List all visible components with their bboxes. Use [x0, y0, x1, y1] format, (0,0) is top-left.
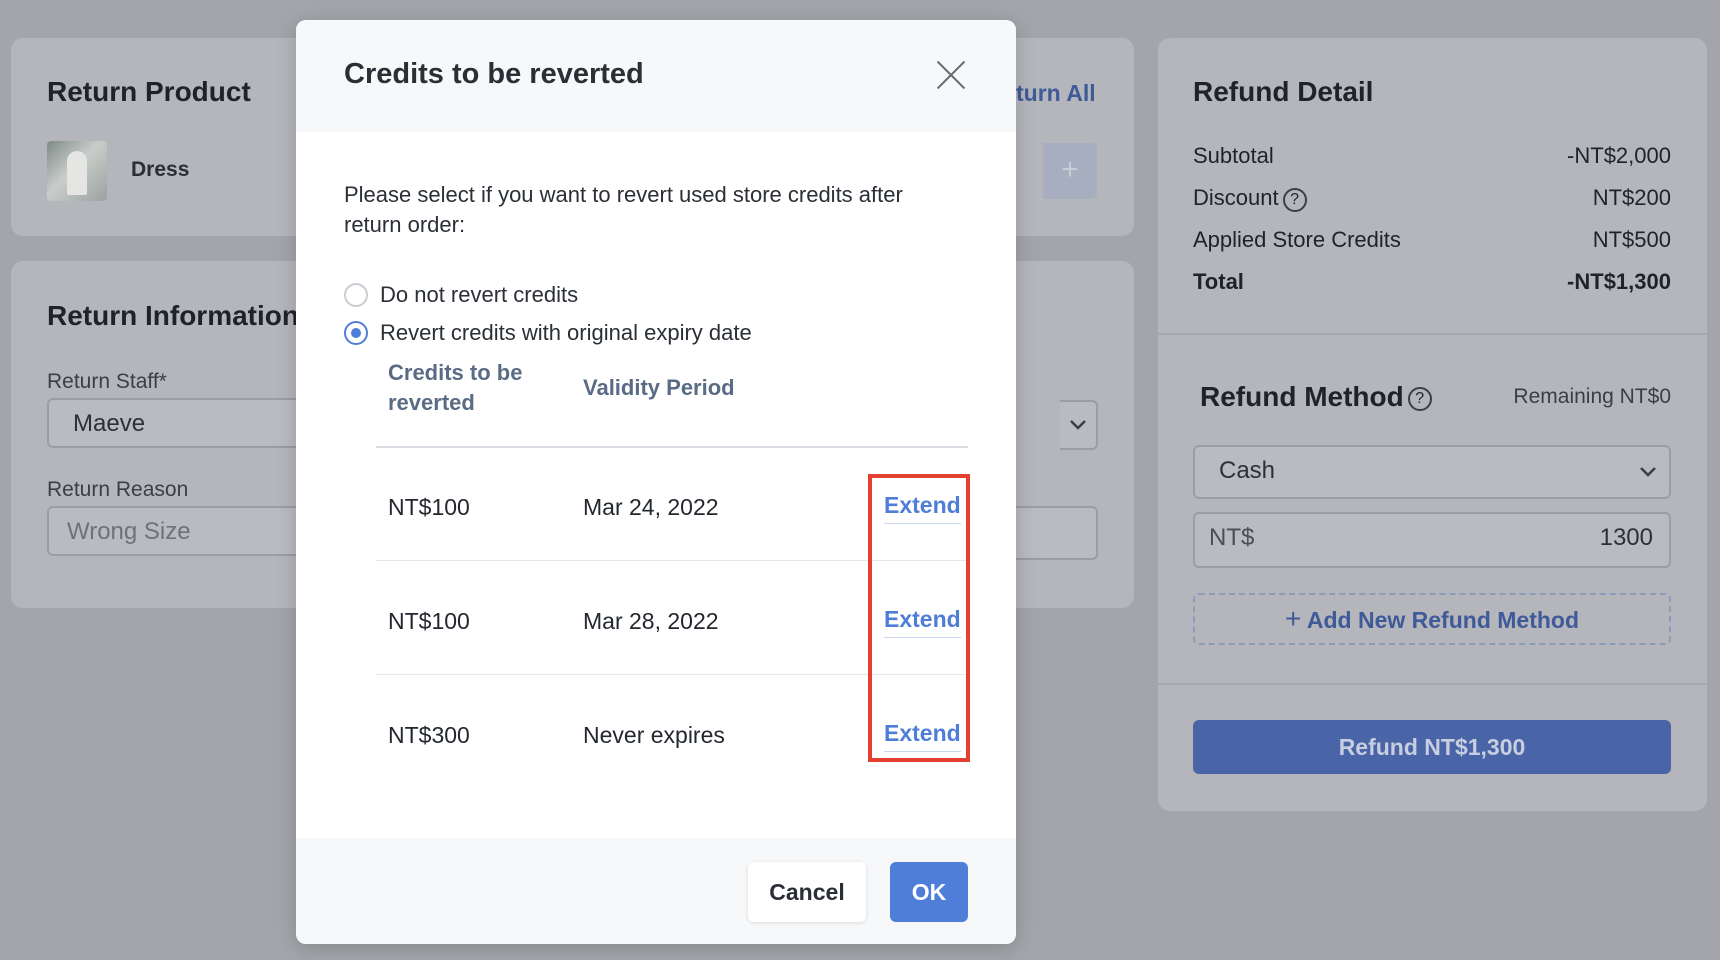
modal-description: Please select if you want to revert used…: [344, 182, 903, 237]
radio-do-not-revert[interactable]: [344, 283, 368, 307]
add-refund-method-button[interactable]: + Add New Refund Method: [1193, 593, 1671, 645]
radio-revert-original[interactable]: [344, 321, 368, 345]
subtotal-row: Subtotal -NT$2,000: [1193, 143, 1671, 168]
total-row: Total -NT$1,300: [1193, 269, 1671, 294]
extend-highlight-box: [868, 474, 970, 762]
remaining-amount: Remaining NT$0: [1513, 385, 1671, 408]
option-revert-original[interactable]: Revert credits with original expiry date: [344, 320, 752, 346]
cancel-button[interactable]: Cancel: [748, 862, 866, 922]
quantity-plus-button[interactable]: +: [1043, 143, 1097, 199]
credits-revert-modal: Credits to be reverted Please select if …: [296, 20, 1016, 944]
refund-submit-button[interactable]: Refund NT$1,300: [1193, 720, 1671, 774]
credit-validity-2: Mar 28, 2022: [583, 608, 719, 634]
method-chevron-down-icon[interactable]: [1638, 465, 1658, 479]
product-name: Dress: [131, 158, 190, 181]
return-reason-label: Return Reason: [47, 478, 189, 501]
header-credits: Credits to be reverted: [388, 360, 523, 415]
refund-amount-input[interactable]: NT$ 1300: [1193, 512, 1671, 568]
credit-validity-3: Never expires: [583, 722, 725, 748]
refund-amount-value: 1300: [1599, 524, 1653, 551]
return-reason-input-end[interactable]: [1016, 506, 1098, 560]
close-icon[interactable]: [936, 60, 966, 90]
header-validity: Validity Period: [583, 375, 735, 400]
return-reason-input[interactable]: Wrong Size: [47, 506, 307, 556]
credit-amount-1: NT$100: [388, 494, 470, 520]
refund-detail-title: Refund Detail: [1193, 76, 1374, 107]
return-all-link[interactable]: turn All: [1016, 80, 1096, 107]
refund-method-select[interactable]: Cash: [1193, 445, 1671, 499]
credit-amount-2: NT$100: [388, 608, 470, 634]
discount-row: Discount? NT$200: [1193, 185, 1671, 212]
refund-method-title: Refund Method?: [1200, 381, 1432, 413]
return-staff-label: Return Staff*: [47, 370, 167, 393]
applied-credits-row: Applied Store Credits NT$500: [1193, 227, 1671, 252]
return-information-title: Return Information: [47, 300, 299, 331]
option-do-not-revert[interactable]: Do not revert credits: [344, 282, 578, 308]
credit-amount-3: NT$300: [388, 722, 470, 748]
refund-divider: [1158, 333, 1707, 335]
ok-button[interactable]: OK: [890, 862, 968, 922]
plus-icon: +: [1284, 603, 1302, 634]
modal-title: Credits to be reverted: [344, 58, 644, 90]
credit-validity-1: Mar 24, 2022: [583, 494, 719, 520]
refund-method-help-icon[interactable]: ?: [1407, 387, 1432, 411]
product-thumbnail: [47, 141, 107, 201]
refund-divider-2: [1158, 683, 1707, 685]
return-staff-select[interactable]: Maeve: [47, 398, 307, 448]
return-product-title: Return Product: [47, 76, 251, 107]
currency-prefix: NT$: [1209, 524, 1255, 551]
staff-chevron-down-icon[interactable]: [1060, 400, 1098, 450]
discount-help-icon[interactable]: ?: [1282, 188, 1307, 212]
table-header-divider: [376, 446, 968, 448]
